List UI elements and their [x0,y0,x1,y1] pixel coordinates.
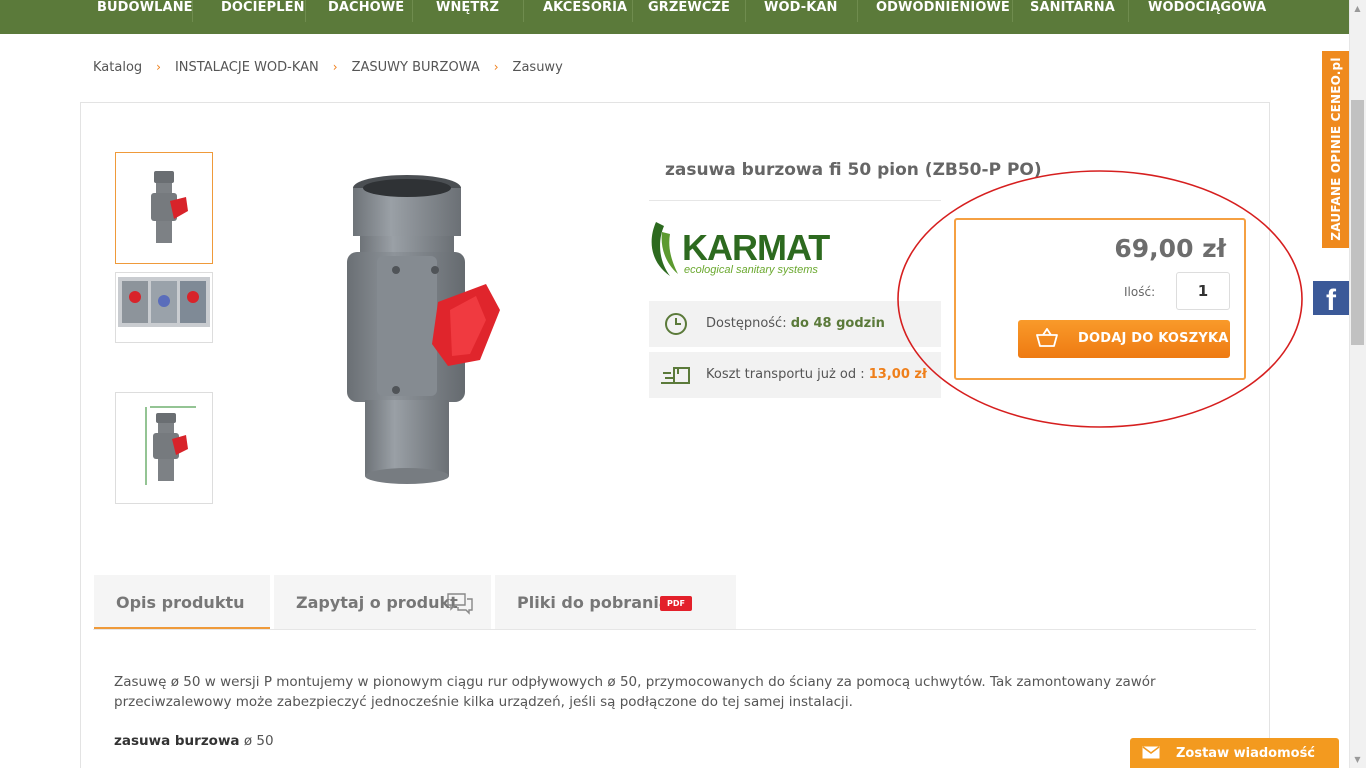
karmat-logo[interactable]: KARMAT ecological sanitary systems [648,218,853,280]
tab-label: Pliki do pobrania [517,593,670,612]
breadcrumb-item-zasuwy-burzowa[interactable]: ZASUWY BURZOWA [352,60,480,75]
nav-separator [192,0,193,22]
nav-item-dachowe[interactable]: DACHOWE [328,0,404,16]
nav-separator [857,0,858,22]
breadcrumb-item-instalacje[interactable]: INSTALACJE WOD-KAN [175,60,319,75]
scrollbar-thumb[interactable] [1351,100,1364,345]
chevron-right-icon: › [156,60,161,74]
chat-bubbles-icon [447,593,473,615]
leave-message-label: Zostaw wiadomość [1176,746,1316,761]
clock-icon [665,313,687,335]
spec-name: zasuwa burzowa [114,733,240,749]
shipping-text: Koszt transportu już od : 13,00 zł [706,367,927,382]
nav-separator [745,0,746,22]
add-to-cart-button[interactable]: DODAJ DO KOSZYKA [1018,320,1230,358]
tab-label: Zapytaj o produkt [296,593,458,612]
price-box: 69,00 zł Ilość: 1 DODAJ DO KOSZYKA [954,218,1246,380]
quantity-label: Ilość: [1124,285,1156,299]
brand-tagline: ecological sanitary systems [684,264,818,276]
nav-separator [523,0,524,22]
tabs-divider [93,629,1256,630]
product-description: Zasuwę ø 50 w wersji P montujemy w piono… [114,674,1156,710]
nav-separator [412,0,413,22]
delivery-truck-icon [661,367,690,384]
product-container [80,102,1270,768]
breadcrumb-item-katalog[interactable]: Katalog [93,60,142,75]
spec-value: ø 50 [243,733,274,749]
leave-message-button[interactable]: Zostaw wiadomość [1130,738,1339,768]
facebook-icon[interactable]: f [1313,281,1349,317]
shipping-box: Koszt transportu już od : 13,00 zł [649,352,941,398]
shipping-label: Koszt transportu już od : [706,367,865,382]
nav-item-docieplen[interactable]: DOCIEPLEŃ [221,0,305,16]
nav-item-budowlane[interactable]: BUDOWLANE [97,0,193,16]
product-thumbnail-1[interactable] [115,152,213,264]
nav-item-grzewcze[interactable]: GRZEWCZE [648,0,730,16]
breadcrumb-item-zasuwy[interactable]: Zasuwy [513,60,563,75]
nav-item-wod-kan[interactable]: WOD-KAN [764,0,838,16]
nav-item-sanitarna[interactable]: SANITARNA [1030,0,1115,16]
nav-separator [1012,0,1013,22]
envelope-icon [1142,746,1160,759]
divider [649,200,941,201]
scroll-up-arrow-icon[interactable]: ▲ [1349,0,1366,17]
tab-label: Opis produktu [116,593,245,612]
quantity-input[interactable]: 1 [1176,272,1230,310]
nav-separator [632,0,633,22]
chevron-right-icon: › [493,60,499,74]
breadcrumb: Katalog › INSTALACJE WOD-KAN › ZASUWY BURZOW… [93,60,563,78]
brand-name: KARMAT [682,227,830,268]
product-main-image[interactable] [300,160,540,490]
product-title: zasuwa burzowa fi 50 pion (ZB50-P PO) [665,160,1042,180]
tab-zapytaj-o-produkt[interactable]: Zapytaj o produkt [274,575,491,629]
availability-text: Dostępność: do 48 godzin [706,316,885,331]
chevron-right-icon: › [332,60,338,74]
availability-value: do 48 godzin [790,316,885,331]
basket-icon [1036,328,1058,347]
product-thumbnail-2[interactable] [115,272,213,343]
nav-item-wnetrz[interactable]: WNĘTRZ [436,0,499,16]
nav-item-akcesoria[interactable]: AKCESORIA [543,0,627,16]
scroll-down-arrow-icon[interactable]: ▼ [1349,751,1366,768]
nav-separator [1128,0,1129,22]
nav-item-odwodnieniowe[interactable]: ODWODNIENIOWE [876,0,1010,16]
pdf-badge: PDF [660,596,692,611]
product-thumbnail-3[interactable] [115,392,213,504]
add-to-cart-label: DODAJ DO KOSZYKA [1078,331,1229,346]
nav-item-wodociagowa[interactable]: WODOCIĄGOWA [1148,0,1266,16]
product-spec-line: zasuwa burzowa ø 50 [114,733,274,749]
availability-box: Dostępność: do 48 godzin [649,301,941,347]
product-price: 69,00 zł [1114,234,1226,263]
availability-label: Dostępność: [706,316,787,331]
ceneo-reviews-tab[interactable]: ZAUFANE OPINIE CENEO.pl [1322,51,1349,248]
shipping-value: 13,00 zł [868,367,927,382]
tab-pliki-do-pobrania[interactable]: Pliki do pobrania PDF [495,575,736,629]
top-category-nav: BUDOWLANE DOCIEPLEŃ DACHOWE WNĘTRZ AKCES… [0,0,1349,34]
tab-opis-produktu[interactable]: Opis produktu [94,575,270,629]
nav-separator [305,0,306,22]
ceneo-label: ZAUFANE OPINIE CENEO.pl [1329,57,1343,241]
